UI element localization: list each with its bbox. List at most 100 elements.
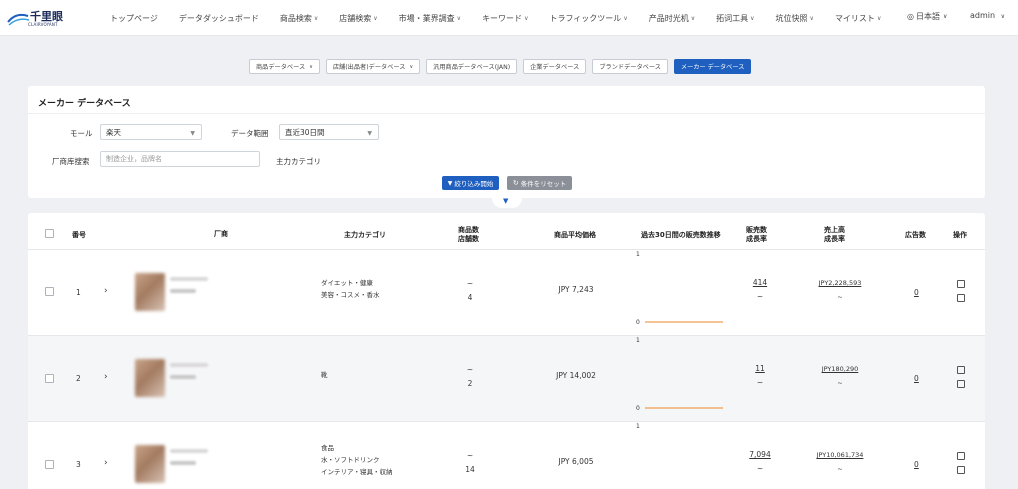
row-checkbox[interactable] <box>45 460 54 469</box>
category-item: ダイエット・健康 <box>321 279 373 287</box>
sales-value[interactable]: 11 <box>748 362 772 376</box>
row-ads[interactable]: 0 <box>914 374 919 383</box>
range-select[interactable]: 直近30日間 ▼ <box>279 124 379 140</box>
nav-mylist[interactable]: マイリスト ∨ <box>835 13 881 24</box>
chevron-down-icon: ∨ <box>373 14 378 22</box>
col-ops: 操作 <box>953 231 967 239</box>
tab-product-db[interactable]: 商品データベース ∨ <box>249 59 320 74</box>
maker-search-label: 厂商库搜索 <box>52 157 90 166</box>
maker-thumbnail <box>135 273 165 311</box>
chevron-down-icon: ∨ <box>750 14 755 22</box>
nav-word-tool[interactable]: 拓词工具 ∨ <box>716 13 754 24</box>
col-items-line1: 商品数 <box>458 226 479 234</box>
calendar-icon[interactable] <box>957 280 965 288</box>
col-revenue-line2: 成長率 <box>824 235 845 243</box>
range-value: 直近30日間 <box>285 127 325 137</box>
expand-icon[interactable]: › <box>104 286 108 296</box>
row-no: 2 <box>76 374 81 383</box>
language-select[interactable]: ◎ 日本語 ∨ <box>907 11 947 22</box>
nav-market-research[interactable]: 市場・業界調査 ∨ <box>399 13 461 24</box>
row-categories: ダイエット・健康 美容・コスメ・香水 <box>321 277 380 301</box>
nav-time-machine[interactable]: 产品时光机 ∨ <box>649 13 695 24</box>
tab-label: 店舗(出品者)データベース <box>332 64 406 71</box>
tab-jan-db[interactable]: 汎用商品データベース(JAN) <box>426 59 518 74</box>
col-no: 番号 <box>72 231 86 239</box>
mall-select[interactable]: 楽天 ▼ <box>100 124 202 140</box>
tab-maker-db[interactable]: メーカー データベース <box>673 59 752 74</box>
mail-icon[interactable] <box>957 466 965 474</box>
row-checkbox[interactable] <box>45 374 54 383</box>
expand-icon[interactable]: › <box>104 458 108 468</box>
row-revenue: JPY10,061,734 ~ <box>806 448 874 476</box>
chevron-down-icon: ∨ <box>309 63 313 70</box>
col-sales: 販売数 成長率 <box>746 226 767 244</box>
nav-dashboard[interactable]: データダッシュボード <box>179 13 259 24</box>
category-label: 主力カテゴリ <box>276 157 321 166</box>
nav-snapshot[interactable]: 坑位快照 ∨ <box>776 13 814 24</box>
globe-icon: ◎ <box>907 12 914 21</box>
sales-trend-sparkline <box>645 407 723 409</box>
mail-icon[interactable] <box>957 294 965 302</box>
sales-growth-value: ~ <box>756 464 764 473</box>
logo[interactable]: 千里眼 CLAIRVOYANT <box>6 6 66 32</box>
select-all-checkbox[interactable] <box>45 229 54 238</box>
tab-brand-db[interactable]: ブランドデータベース <box>592 59 668 74</box>
mail-icon[interactable] <box>957 380 965 388</box>
chevron-down-icon: ∨ <box>690 14 696 22</box>
nav-traffic-tool[interactable]: トラフィックツール ∨ <box>549 13 627 24</box>
user-menu[interactable]: admin ∨ <box>970 11 1005 20</box>
sales-growth-value: ~ <box>756 378 764 387</box>
table-row: 2 › 靴 ~ 2 JPY 14,002 1 0 11 ~ JPY180,290… <box>28 336 985 422</box>
mall-value: 楽天 <box>106 127 121 137</box>
chevron-down-icon: ∨ <box>623 14 628 22</box>
spark-max-label: 1 <box>636 423 640 430</box>
col-ads: 広告数 <box>905 231 926 239</box>
col-items-line2: 店舗数 <box>458 235 479 243</box>
category-item: 靴 <box>321 371 328 379</box>
tab-shop-db[interactable]: 店舗(出品者)データベース ∨ <box>325 59 421 74</box>
nav-shop-search[interactable]: 店舗検索 ∨ <box>339 13 377 24</box>
mall-label: モール <box>70 129 93 138</box>
nav-top[interactable]: トップページ <box>110 13 158 24</box>
tab-company-db[interactable]: 企業データベース <box>523 59 587 74</box>
shops-value: 14 <box>465 465 475 474</box>
category-item: 食品 <box>321 444 334 452</box>
row-sales: 414 ~ <box>748 276 772 304</box>
nav-label: キーワード <box>482 13 523 23</box>
row-avg-price: JPY 7,243 <box>558 285 594 294</box>
search-button[interactable]: ▼ 絞り込み開始 <box>442 176 499 190</box>
row-ads[interactable]: 0 <box>914 460 919 469</box>
items-value: ~ <box>466 365 474 374</box>
collapse-toggle[interactable]: ▼ <box>492 196 522 208</box>
maker-search-input[interactable]: 制造企业，品牌名 <box>100 151 260 167</box>
revenue-value[interactable]: JPY2,228,593 <box>811 276 869 290</box>
calendar-icon[interactable] <box>957 366 965 374</box>
maker-thumbnail <box>135 445 165 483</box>
nav-product-search[interactable]: 商品検索 ∨ <box>280 13 318 24</box>
row-categories: 食品 水・ソフトドリンク インテリア・寝具・収納 <box>321 442 393 478</box>
row-avg-price: JPY 6,005 <box>558 457 594 466</box>
expand-icon[interactable]: › <box>104 372 108 382</box>
row-no: 3 <box>76 460 81 469</box>
sales-growth-value: ~ <box>756 292 764 301</box>
refresh-icon: ↻ <box>512 179 519 187</box>
calendar-icon[interactable] <box>957 452 965 460</box>
sales-value[interactable]: 7,094 <box>748 448 772 462</box>
maker-table: 番号 厂商 主力カテゴリ 商品数 店舗数 商品平均価格 過去30日間の販売数推移 … <box>28 213 985 489</box>
divider <box>28 113 985 114</box>
spark-max-label: 1 <box>636 337 640 344</box>
maker-name-blurred <box>170 363 208 367</box>
spark-min-label: 0 <box>636 319 640 326</box>
row-ads[interactable]: 0 <box>914 288 919 297</box>
reset-button[interactable]: ↻ 条件をリセット <box>507 176 572 190</box>
sales-value[interactable]: 414 <box>748 276 772 290</box>
revenue-value[interactable]: JPY180,290 <box>811 362 869 376</box>
row-sales: 7,094 ~ <box>748 448 772 476</box>
spark-max-label: 1 <box>636 251 640 258</box>
nav-label: 商品検索 <box>279 13 312 23</box>
row-revenue: JPY2,228,593 ~ <box>811 276 869 304</box>
revenue-value[interactable]: JPY10,061,734 <box>806 448 874 462</box>
row-checkbox[interactable] <box>45 287 54 296</box>
col-avg-price: 商品平均価格 <box>554 231 596 239</box>
nav-keyword[interactable]: キーワード ∨ <box>482 13 528 24</box>
